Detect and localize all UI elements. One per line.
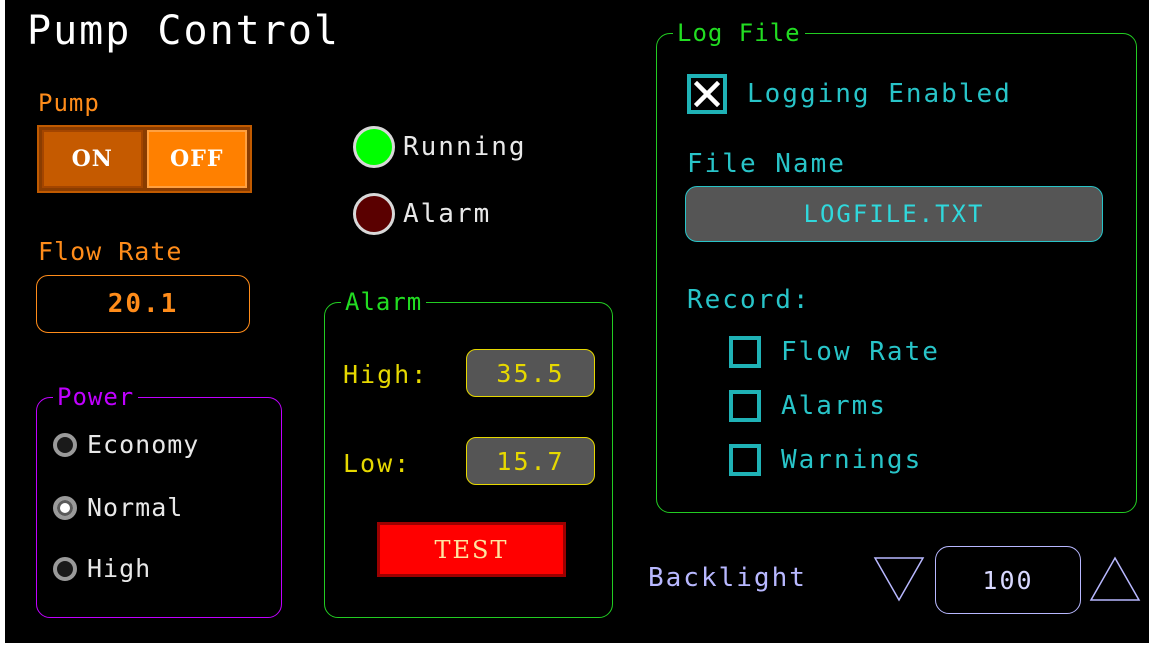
power-option-normal[interactable]: Normal [53, 493, 183, 522]
record-alarms-checkbox[interactable] [729, 390, 761, 422]
power-option-label: High [87, 554, 152, 583]
alarm-indicator: Alarm [353, 193, 491, 235]
record-alarms-row[interactable]: Alarms [729, 390, 887, 422]
alarm-low-label: Low: [343, 449, 412, 478]
checkmark-x-icon [694, 81, 720, 107]
record-alarms-label: Alarms [781, 391, 887, 421]
page-title: Pump Control [27, 8, 340, 54]
alarm-low-input[interactable]: 15.7 [466, 437, 595, 485]
backlight-value: 100 [935, 546, 1081, 614]
power-option-label: Normal [87, 493, 184, 522]
logging-enabled-label: Logging Enabled [747, 79, 1012, 109]
power-option-label: Economy [87, 430, 200, 459]
file-name-label: File Name [687, 149, 846, 179]
record-warnings-checkbox[interactable] [729, 444, 761, 476]
radio-economy-icon[interactable] [53, 432, 77, 457]
backlight-decrease-icon[interactable] [873, 556, 925, 602]
log-file-legend: Log File [673, 20, 805, 46]
record-flow-rate-checkbox[interactable] [729, 336, 761, 368]
radio-high-icon[interactable] [53, 556, 77, 581]
logging-enabled-row[interactable]: Logging Enabled [687, 74, 1012, 114]
power-group: Power Economy Normal High [36, 384, 282, 618]
logging-enabled-checkbox[interactable] [687, 74, 727, 114]
running-label: Running [403, 132, 527, 162]
pump-label: Pump [38, 89, 100, 117]
record-flow-rate-label: Flow Rate [781, 337, 940, 367]
pump-toggle[interactable]: ON OFF [37, 125, 252, 193]
record-flow-rate-row[interactable]: Flow Rate [729, 336, 940, 368]
power-option-high[interactable]: High [53, 554, 151, 583]
pump-on-button[interactable]: ON [42, 130, 143, 188]
test-button[interactable]: TEST [377, 522, 566, 577]
alarm-legend: Alarm [341, 289, 427, 315]
alarm-led-icon [353, 193, 395, 235]
pump-control-screen: Pump Control Pump ON OFF Flow Rate 20.1 … [5, 0, 1149, 643]
backlight-label: Backlight [648, 563, 807, 593]
flow-rate-label: Flow Rate [38, 237, 183, 266]
power-option-economy[interactable]: Economy [53, 430, 199, 459]
backlight-increase-icon[interactable] [1089, 556, 1141, 602]
alarm-high-label: High: [343, 360, 429, 389]
alarm-indicator-label: Alarm [403, 199, 492, 229]
record-label: Record: [687, 285, 811, 315]
alarm-high-input[interactable]: 35.5 [466, 349, 595, 397]
record-warnings-label: Warnings [781, 445, 923, 475]
pump-off-button[interactable]: OFF [146, 130, 247, 188]
file-name-input[interactable]: LOGFILE.TXT [685, 186, 1103, 242]
power-legend: Power [53, 384, 139, 410]
running-indicator: Running [353, 126, 527, 168]
record-warnings-row[interactable]: Warnings [729, 444, 922, 476]
flow-rate-value: 20.1 [36, 275, 250, 333]
radio-normal-icon[interactable] [53, 495, 77, 520]
running-led-icon [353, 126, 395, 168]
